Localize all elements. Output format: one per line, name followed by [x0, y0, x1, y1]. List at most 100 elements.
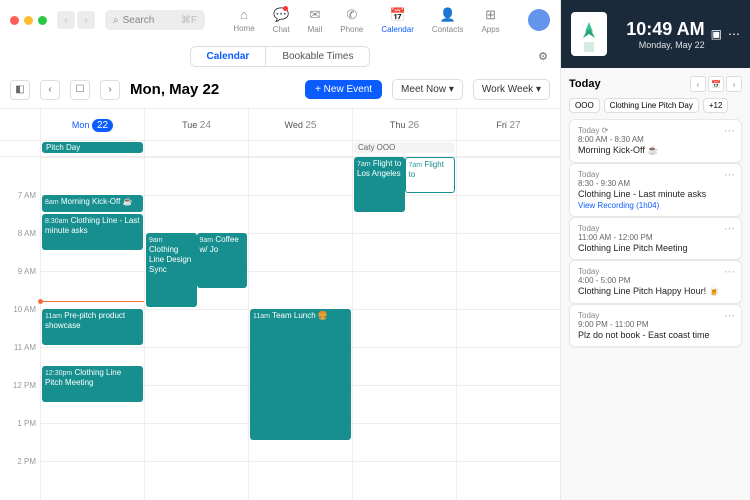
card-title: Plz do not book - East coast time: [578, 330, 733, 340]
clock-time: 10:49 AM: [613, 19, 705, 40]
card-more-icon[interactable]: ⋯: [724, 168, 735, 181]
event-time: 11am: [253, 313, 270, 320]
widget-more-icon[interactable]: ⋯: [728, 27, 740, 41]
card-when: Today: [578, 170, 733, 179]
nav-label: Chat: [273, 25, 290, 34]
allday-event[interactable]: Pitch Day: [42, 142, 143, 153]
agenda-chip[interactable]: +12: [703, 98, 729, 113]
nav-label: Contacts: [432, 25, 464, 34]
date-heading: Mon, May 22: [130, 81, 219, 98]
calendar-event[interactable]: 7am Flight to: [405, 157, 456, 193]
agenda-calendar-button[interactable]: 📅: [708, 76, 724, 92]
event-time: 12:30pm: [45, 370, 72, 377]
widget-illustration: [571, 12, 607, 56]
nav-label: Phone: [340, 25, 363, 34]
card-more-icon[interactable]: ⋯: [724, 309, 735, 322]
calendar-event[interactable]: 11am Pre-pitch product showcase: [42, 309, 143, 345]
nav-contacts[interactable]: 👤 Contacts: [432, 7, 464, 34]
card-time: 9:00 PM - 11:00 PM: [578, 320, 733, 329]
card-more-icon[interactable]: ⋯: [724, 124, 735, 137]
close-icon[interactable]: [10, 16, 19, 25]
widget-camera-icon[interactable]: ▣: [711, 27, 722, 41]
day-header[interactable]: Tue 24: [144, 109, 248, 140]
new-event-button[interactable]: + New Event: [305, 80, 382, 99]
maximize-icon[interactable]: [38, 16, 47, 25]
window-controls[interactable]: [10, 16, 47, 25]
event-time: 9am: [149, 237, 163, 244]
search-icon: ⌕: [113, 15, 119, 26]
hour-label: 12 PM: [0, 380, 40, 418]
back-button[interactable]: ‹: [57, 11, 75, 29]
search-placeholder: Search: [123, 15, 155, 26]
calendar-event[interactable]: 9am Clothing Line Design Sync: [146, 233, 197, 307]
nav-apps[interactable]: ⊞ Apps: [481, 7, 499, 34]
forward-button[interactable]: ›: [77, 11, 95, 29]
agenda-today-label: Today: [569, 78, 601, 90]
hour-label: [0, 157, 40, 190]
day-header[interactable]: Thu 26: [352, 109, 456, 140]
day-header[interactable]: Wed 25: [248, 109, 352, 140]
nav-mail[interactable]: ✉Mail: [308, 7, 323, 34]
calendar-event[interactable]: 9am Coffee w/ Jo: [197, 233, 248, 288]
agenda-chip[interactable]: OOO: [569, 98, 600, 113]
agenda-prev-button[interactable]: ‹: [690, 76, 706, 92]
day-header[interactable]: Fri 27: [456, 109, 560, 140]
nav-label: Apps: [481, 25, 499, 34]
card-title: Clothing Line Pitch Meeting: [578, 243, 733, 253]
tab-bookable-times[interactable]: Bookable Times: [265, 47, 369, 66]
card-time: 8:00 AM - 8:30 AM: [578, 135, 733, 144]
nav-calendar[interactable]: 📅Calendar: [381, 7, 413, 34]
nav-home[interactable]: ⌂Home: [233, 7, 254, 34]
agenda-card[interactable]: ⋯ Today 11:00 AM - 12:00 PM Clothing Lin…: [569, 217, 742, 260]
calendar-icon: 📅: [390, 7, 406, 23]
card-title: Clothing Line - Last minute asks: [578, 189, 733, 199]
hour-label: 8 AM: [0, 228, 40, 266]
phone-icon: ✆: [346, 7, 357, 23]
minimize-icon[interactable]: [24, 16, 33, 25]
calendar-event[interactable]: 8:30am Clothing Line - Last minute asks: [42, 214, 143, 250]
hour-label: 2 PM: [0, 456, 40, 494]
meet-now-button[interactable]: Meet Now ▾: [392, 79, 463, 100]
agenda-next-button[interactable]: ›: [726, 76, 742, 92]
contacts-icon: 👤: [440, 7, 456, 23]
clock-date: Monday, May 22: [613, 40, 705, 50]
card-more-icon[interactable]: ⋯: [724, 265, 735, 278]
event-time: 8am: [45, 199, 59, 206]
card-when: Today: [578, 224, 733, 233]
nav-phone[interactable]: ✆ Phone: [340, 7, 363, 34]
agenda-card[interactable]: ⋯ Today 8:30 - 9:30 AM Clothing Line - L…: [569, 163, 742, 217]
hour-label: 11 AM: [0, 342, 40, 380]
search-input[interactable]: ⌕ Search ⌘F: [105, 10, 205, 30]
card-time: 11:00 AM - 12:00 PM: [578, 233, 733, 242]
picker-next-button[interactable]: ›: [100, 80, 120, 100]
allday-event[interactable]: Caty OOO: [354, 142, 455, 153]
avatar[interactable]: [528, 9, 550, 31]
event-title: Clothing Line Design Sync: [149, 245, 191, 273]
calendar-event[interactable]: 8am Morning Kick-Off ☕: [42, 195, 143, 212]
card-link[interactable]: View Recording (1h04): [578, 201, 733, 210]
calendar-event[interactable]: 11am Team Lunch 🍔: [250, 309, 351, 440]
agenda-card[interactable]: ⋯ Today 4:00 - 5:00 PM Clothing Line Pit…: [569, 260, 742, 304]
calendar-event[interactable]: 7am Flight to Los Angeles: [354, 157, 405, 212]
settings-icon[interactable]: ⚙: [538, 50, 548, 63]
tab-calendar[interactable]: Calendar: [191, 47, 266, 66]
day-header[interactable]: Mon 22: [40, 109, 144, 140]
agenda-chip[interactable]: Clothing Line Pitch Day: [604, 98, 699, 113]
hour-label: 10 AM: [0, 304, 40, 342]
agenda-card[interactable]: ⋯ Today 9:00 PM - 11:00 PM Plz do not bo…: [569, 304, 742, 347]
apps-icon: ⊞: [485, 7, 496, 23]
card-when: Today ⟳: [578, 126, 733, 135]
event-time: 7am: [357, 161, 371, 168]
picker-prev-button[interactable]: ‹: [40, 80, 60, 100]
agenda-card[interactable]: ⋯ Today ⟳ 8:00 AM - 8:30 AM Morning Kick…: [569, 119, 742, 163]
calendar-event[interactable]: 12:30pm Clothing Line Pitch Meeting: [42, 366, 143, 402]
event-time: 8:30am: [45, 218, 68, 225]
home-icon: ⌂: [240, 7, 248, 22]
card-when: Today: [578, 311, 733, 320]
card-more-icon[interactable]: ⋯: [724, 222, 735, 235]
search-shortcut: ⌘F: [181, 15, 197, 26]
today-button[interactable]: ☐: [70, 80, 90, 100]
view-mode-select[interactable]: Work Week ▾: [473, 79, 550, 100]
nav-chat[interactable]: 💬Chat: [273, 7, 290, 34]
toggle-sidebar-button[interactable]: ◧: [10, 80, 30, 100]
